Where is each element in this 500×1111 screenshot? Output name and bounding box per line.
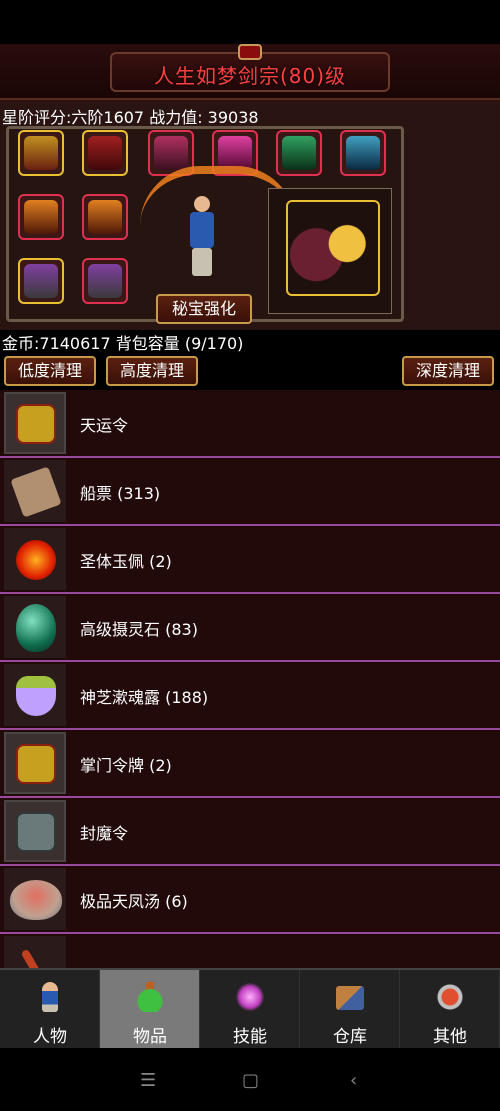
item-icon-box bbox=[4, 392, 66, 454]
warehouse-icon bbox=[336, 986, 364, 1010]
flame-bracer-icon bbox=[88, 200, 122, 234]
hero-legs bbox=[192, 248, 212, 276]
list-item[interactable]: 船票 (313) bbox=[0, 458, 500, 526]
list-item[interactable]: 掌门令牌 (2) bbox=[0, 730, 500, 798]
tab-label: 物品 bbox=[133, 1027, 167, 1047]
ring-icon bbox=[24, 264, 58, 298]
item-icon-box bbox=[4, 800, 66, 862]
green-gem-icon bbox=[16, 604, 56, 652]
item-name: 天运令 bbox=[80, 416, 129, 435]
list-item[interactable]: 神芝漱魂露 (188) bbox=[0, 662, 500, 730]
ring-icon bbox=[88, 264, 122, 298]
item-icon-box bbox=[4, 732, 66, 794]
tab-skills[interactable]: 技能 bbox=[200, 970, 300, 1050]
item-icon-box bbox=[4, 460, 66, 522]
gold-token-icon bbox=[16, 404, 56, 444]
list-item[interactable]: 封魔令 bbox=[0, 798, 500, 866]
tab-character[interactable]: 人物 bbox=[0, 970, 100, 1050]
necklace-icon bbox=[154, 136, 188, 170]
list-item[interactable] bbox=[0, 934, 500, 970]
tab-warehouse[interactable]: 仓库 bbox=[300, 970, 400, 1050]
potion-bottle-icon bbox=[16, 676, 56, 716]
equip-slot-charm[interactable] bbox=[276, 130, 322, 176]
hero-head bbox=[194, 196, 210, 212]
equip-slot-ring-left[interactable] bbox=[18, 258, 64, 304]
clean-high-button[interactable]: 高度清理 bbox=[106, 356, 198, 386]
equip-slot-armor[interactable] bbox=[82, 130, 128, 176]
item-name: 掌门令牌 (2) bbox=[80, 756, 172, 775]
skill-orb-icon bbox=[236, 982, 264, 1012]
clean-low-button[interactable]: 低度清理 bbox=[4, 356, 96, 386]
tab-label: 仓库 bbox=[333, 1027, 367, 1047]
clean-deep-button[interactable]: 深度清理 bbox=[402, 356, 494, 386]
list-item[interactable]: 极品天凤汤 (6) bbox=[0, 866, 500, 934]
soup-bowl-icon bbox=[10, 880, 62, 920]
character-icon bbox=[42, 982, 58, 1012]
score-line: 星阶评分:六阶1607 战力值: 39038 bbox=[2, 108, 259, 127]
item-icon-box bbox=[4, 868, 66, 930]
other-icon bbox=[436, 982, 464, 1012]
item-list[interactable]: 天运令 船票 (313) 圣体玉佩 (2) 高级摄灵石 (83) 神芝漱魂露 (… bbox=[0, 390, 500, 970]
tab-label: 人物 bbox=[33, 1027, 67, 1047]
tab-other[interactable]: 其他 bbox=[400, 970, 500, 1050]
list-item[interactable]: 圣体玉佩 (2) bbox=[0, 526, 500, 594]
armor-icon bbox=[88, 136, 122, 170]
title-gem-icon bbox=[238, 44, 262, 60]
recent-apps-button[interactable]: ☰ bbox=[140, 1070, 156, 1091]
home-button[interactable]: ▢ bbox=[242, 1070, 259, 1091]
tab-label: 技能 bbox=[233, 1027, 267, 1047]
page-title: 人生如梦剑宗(80)级 bbox=[153, 64, 347, 88]
system-nav-bar: ☰ ▢ ‹ bbox=[0, 1048, 500, 1111]
item-name: 极品天凤汤 (6) bbox=[80, 892, 188, 911]
jade-charm-icon bbox=[282, 136, 316, 170]
equip-slot-ring-right[interactable] bbox=[82, 258, 128, 304]
item-name: 神芝漱魂露 (188) bbox=[80, 688, 209, 707]
helmet-icon bbox=[24, 136, 58, 170]
equip-slot-bracer-right[interactable] bbox=[82, 194, 128, 240]
list-item[interactable]: 高级摄灵石 (83) bbox=[0, 594, 500, 662]
pet-beast-icon bbox=[290, 214, 378, 288]
partial-item-icon bbox=[20, 948, 48, 970]
gold-token-icon bbox=[16, 744, 56, 784]
scroll-ticket-icon bbox=[10, 466, 62, 518]
item-icon-box bbox=[4, 596, 66, 658]
hero-body bbox=[190, 212, 214, 248]
flame-bracer-icon bbox=[24, 200, 58, 234]
gold-and-capacity: 金币:7140617 背包容量 (9/170) bbox=[2, 334, 244, 353]
item-name: 船票 (313) bbox=[80, 484, 161, 503]
potion-icon bbox=[136, 982, 164, 1012]
stone-token-icon bbox=[16, 812, 56, 852]
treasure-enhance-button[interactable]: 秘宝强化 bbox=[156, 294, 252, 324]
item-icon-box bbox=[4, 936, 66, 970]
equip-slot-mount[interactable] bbox=[340, 130, 386, 176]
weapon-icon bbox=[218, 136, 252, 170]
back-button[interactable]: ‹ bbox=[350, 1070, 357, 1091]
item-icon-box bbox=[4, 664, 66, 726]
item-name: 高级摄灵石 (83) bbox=[80, 620, 198, 639]
bottom-nav: 人物 物品 技能 仓库 其他 bbox=[0, 968, 500, 1050]
item-name: 圣体玉佩 (2) bbox=[80, 552, 172, 571]
title-bar: 人生如梦剑宗(80)级 bbox=[0, 44, 500, 100]
equip-slot-bracer-left[interactable] bbox=[18, 194, 64, 240]
hero-avatar bbox=[186, 196, 216, 278]
beast-icon bbox=[346, 136, 380, 170]
status-bar bbox=[0, 0, 500, 44]
item-icon-box bbox=[4, 528, 66, 590]
fire-orb-icon bbox=[16, 540, 56, 580]
tab-label: 其他 bbox=[433, 1027, 467, 1047]
tab-items[interactable]: 物品 bbox=[100, 970, 200, 1050]
list-item[interactable]: 天运令 bbox=[0, 390, 500, 458]
equip-slot-helmet[interactable] bbox=[18, 130, 64, 176]
item-name: 封魔令 bbox=[80, 824, 129, 843]
